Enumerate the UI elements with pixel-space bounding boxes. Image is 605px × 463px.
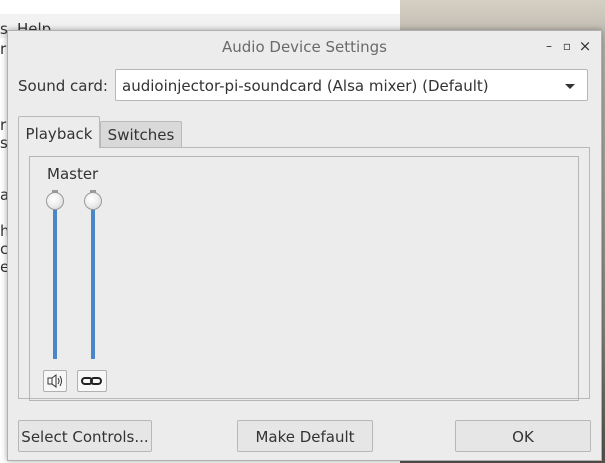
dialog-titlebar[interactable]: Audio Device Settings – ▫ × [8, 31, 601, 63]
audio-settings-dialog: Audio Device Settings – ▫ × Sound card: … [7, 30, 602, 461]
tab-switches-label: Switches [107, 126, 175, 144]
chevron-down-icon [565, 84, 575, 89]
speaker-icon [47, 374, 62, 388]
mute-toggle-button[interactable] [43, 370, 67, 392]
ok-label: OK [512, 428, 534, 446]
chain-link-icon [81, 377, 102, 385]
tab-playback[interactable]: Playback [18, 116, 100, 148]
sound-card-label: Sound card: [18, 77, 108, 95]
make-default-label: Make Default [255, 428, 355, 446]
select-controls-button[interactable]: Select Controls... [18, 420, 152, 452]
make-default-button[interactable]: Make Default [237, 420, 373, 452]
mixer-frame: Master [29, 156, 579, 401]
link-channels-button[interactable] [77, 370, 107, 392]
slider-track-left[interactable] [53, 193, 57, 359]
background-char: r [0, 116, 7, 134]
tab-switches[interactable]: Switches [100, 121, 182, 148]
select-controls-label: Select Controls... [21, 428, 149, 446]
sound-card-value: audioinjector-pi-soundcard (Alsa mixer) … [122, 77, 489, 95]
close-icon[interactable]: × [578, 39, 592, 54]
sound-card-dropdown[interactable]: audioinjector-pi-soundcard (Alsa mixer) … [115, 69, 588, 101]
background-char: r [0, 40, 7, 58]
minimize-icon[interactable]: – [542, 39, 556, 53]
maximize-icon[interactable]: ▫ [560, 39, 574, 53]
playback-panel: Master [18, 147, 590, 401]
volume-slider-left[interactable] [46, 192, 64, 210]
dialog-title: Audio Device Settings [222, 38, 387, 56]
ok-button[interactable]: OK [455, 420, 591, 452]
tab-playback-label: Playback [25, 125, 93, 143]
channel-label: Master [47, 165, 99, 183]
volume-slider-right[interactable] [84, 192, 102, 210]
slider-track-right[interactable] [91, 193, 95, 359]
